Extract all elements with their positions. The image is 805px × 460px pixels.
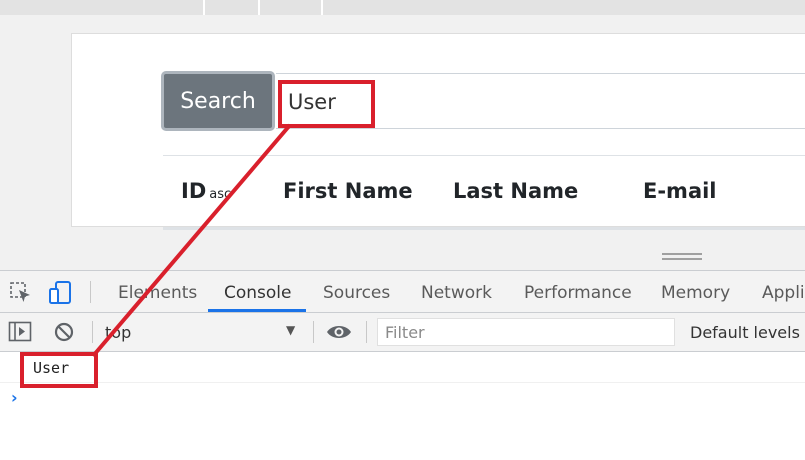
table-header-border xyxy=(163,227,805,230)
sort-indicator: asc xyxy=(209,187,232,202)
active-tab-indicator xyxy=(208,309,306,312)
search-button[interactable]: Search xyxy=(161,71,275,131)
tab-console[interactable]: Console xyxy=(224,283,292,303)
tab-application[interactable]: Appli xyxy=(762,283,805,303)
column-header-first-name[interactable]: First Name xyxy=(283,179,413,203)
filter-placeholder: Filter xyxy=(385,323,425,342)
toolbar-separator xyxy=(92,321,93,343)
console-toolbar: top ▼ Filter Default levels ▾ xyxy=(0,313,805,352)
tab-elements[interactable]: Elements xyxy=(118,283,197,303)
browser-top-strip xyxy=(0,0,805,15)
tabbar-separator xyxy=(90,281,91,303)
devtools-panel: Elements Console Sources Network Perform… xyxy=(0,270,805,460)
annotation-box-input xyxy=(278,80,375,128)
show-sidebar-icon[interactable] xyxy=(8,321,32,343)
console-prompt-icon[interactable]: › xyxy=(11,388,18,407)
column-header-id[interactable]: ID asc xyxy=(181,179,231,203)
context-dropdown-arrow-icon[interactable]: ▼ xyxy=(286,323,295,337)
filter-input[interactable]: Filter xyxy=(377,318,675,346)
table-top-border xyxy=(163,155,805,156)
strip-separator xyxy=(258,0,260,15)
strip-separator xyxy=(203,0,205,15)
column-header-email[interactable]: E-mail xyxy=(643,179,717,203)
devtools-tabbar: Elements Console Sources Network Perform… xyxy=(0,271,805,313)
resize-grip[interactable] xyxy=(662,253,702,261)
clear-console-icon[interactable] xyxy=(53,321,75,343)
column-header-last-name[interactable]: Last Name xyxy=(453,179,578,203)
context-selector[interactable]: top xyxy=(105,323,131,342)
toolbar-separator xyxy=(313,321,314,343)
tab-network[interactable]: Network xyxy=(421,283,492,303)
tab-performance[interactable]: Performance xyxy=(524,283,632,303)
tab-memory[interactable]: Memory xyxy=(661,283,730,303)
toolbar-separator xyxy=(366,321,367,343)
tab-sources[interactable]: Sources xyxy=(323,283,390,303)
inspect-element-icon[interactable] xyxy=(10,282,34,304)
annotation-box-log xyxy=(20,352,98,388)
strip-separator xyxy=(321,0,323,15)
log-levels-dropdown[interactable]: Default levels ▾ xyxy=(690,323,805,342)
live-expression-eye-icon[interactable] xyxy=(326,323,352,341)
device-toolbar-icon[interactable] xyxy=(48,280,74,306)
console-log-message: User xyxy=(0,352,805,383)
